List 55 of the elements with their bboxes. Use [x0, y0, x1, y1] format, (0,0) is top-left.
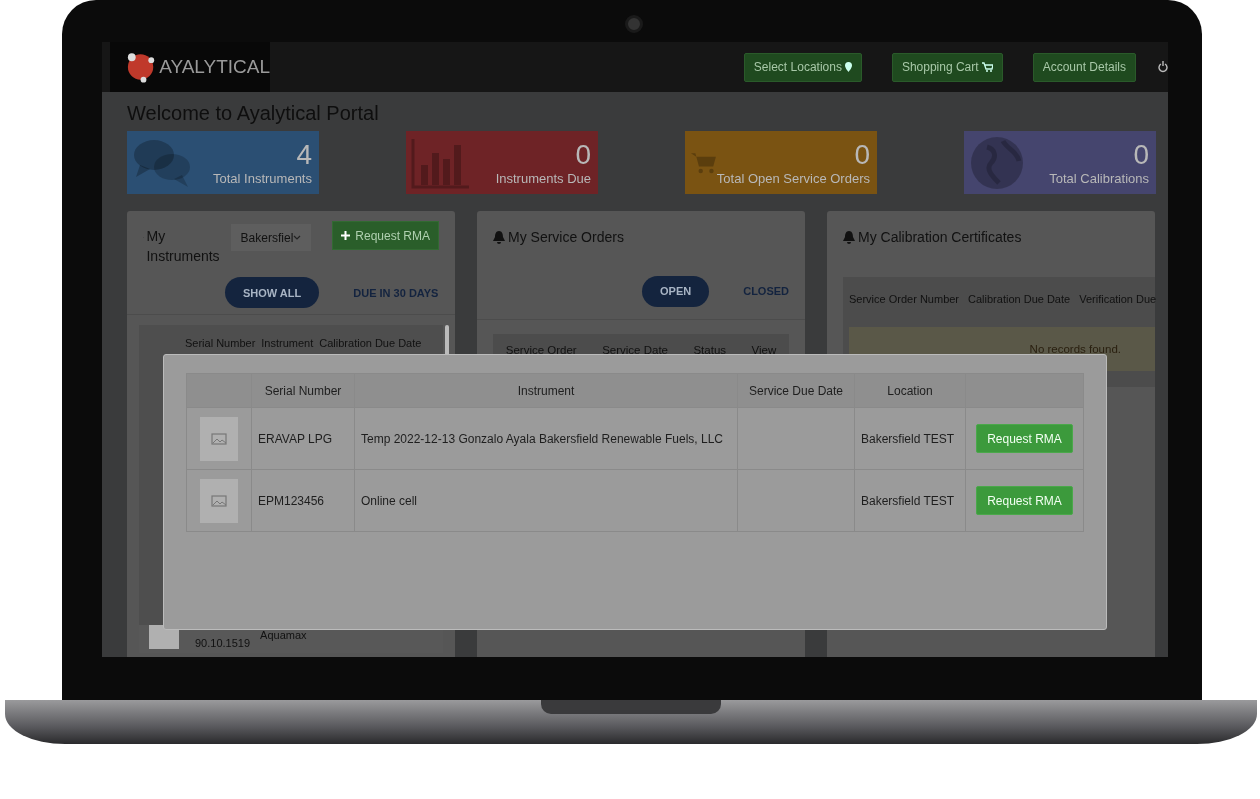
map-pin-icon: [844, 62, 852, 72]
power-icon[interactable]: [1158, 61, 1168, 73]
stat-value: 0: [575, 139, 591, 171]
nav-button[interactable]: Shopping Cart: [891, 52, 1003, 82]
plus-icon: [341, 231, 351, 240]
stat-label: Total Instruments: [213, 171, 312, 186]
column-header: Status: [693, 344, 727, 356]
request-rma-button[interactable]: Request RMA: [976, 424, 1073, 453]
chevron-down-icon: [293, 235, 302, 240]
table-cell: Bakersfield TEST: [854, 469, 966, 532]
panel-title: My Instruments: [146, 227, 220, 266]
table-cell: Online cell: [354, 469, 738, 532]
picture-icon: [211, 432, 227, 445]
column-header: View: [751, 344, 777, 356]
column-header: Service Date: [602, 344, 668, 356]
logo-text: AYALYTICAL: [159, 56, 270, 78]
table-cell: Temp 2022-12-13 Gonzalo Ayala Bakersfield Renewable Fuels, LLC: [354, 407, 738, 470]
stat-value: 4: [296, 139, 312, 171]
nav-button[interactable]: Account Details: [1032, 52, 1136, 82]
column-header: Service Due Date: [737, 373, 855, 408]
panel-title: My Calibration Certificates: [858, 229, 1022, 245]
table-cell: Bakersfield TEST: [854, 407, 966, 470]
filter-tab[interactable]: OPEN: [642, 275, 710, 307]
camera-icon: [625, 15, 643, 33]
column-header: Verification Due: [1079, 293, 1157, 305]
column-header: Location: [854, 373, 966, 408]
column-header: Service Order Number: [849, 293, 960, 305]
column-header: Calibration Due Date: [319, 337, 422, 349]
table-cell: ERAVAP LPG: [251, 407, 355, 470]
column-header: Instrument: [354, 373, 738, 408]
location-select[interactable]: Bakersfiel: [230, 224, 312, 251]
column-header: Instrument: [261, 337, 314, 349]
table-cell-text: Aquamax: [260, 628, 307, 643]
table-cell-text: 90.10.1519: [195, 637, 251, 651]
bell-icon: [843, 231, 855, 244]
filter-tab[interactable]: SHOW ALL: [225, 277, 320, 308]
request-rma-button[interactable]: Request RMA: [976, 486, 1073, 515]
table-cell: EPM123456: [251, 469, 355, 532]
column-header: Serial Number: [185, 337, 256, 349]
stat-label: Total Calibrations: [1049, 171, 1149, 186]
stat-value: 0: [854, 139, 870, 171]
globe-icon: [969, 134, 1025, 191]
nav-button[interactable]: Select Locations: [743, 52, 862, 82]
panel-title: My Service Orders: [508, 229, 624, 245]
column-header: Calibration Due Date: [968, 293, 1071, 305]
picture-icon: [211, 494, 227, 507]
cart-icon: [981, 62, 993, 72]
request-rma-button[interactable]: Request RMA: [332, 221, 439, 250]
column-header: Service Order: [505, 344, 577, 356]
bell-icon: [493, 231, 505, 244]
stat-value: 0: [1133, 139, 1149, 171]
column-header: Serial Number: [251, 373, 355, 408]
stat-label: Total Open Service Orders: [716, 171, 870, 186]
bar-chart-icon: [411, 136, 471, 189]
stat-label: Instruments Due: [495, 171, 591, 186]
